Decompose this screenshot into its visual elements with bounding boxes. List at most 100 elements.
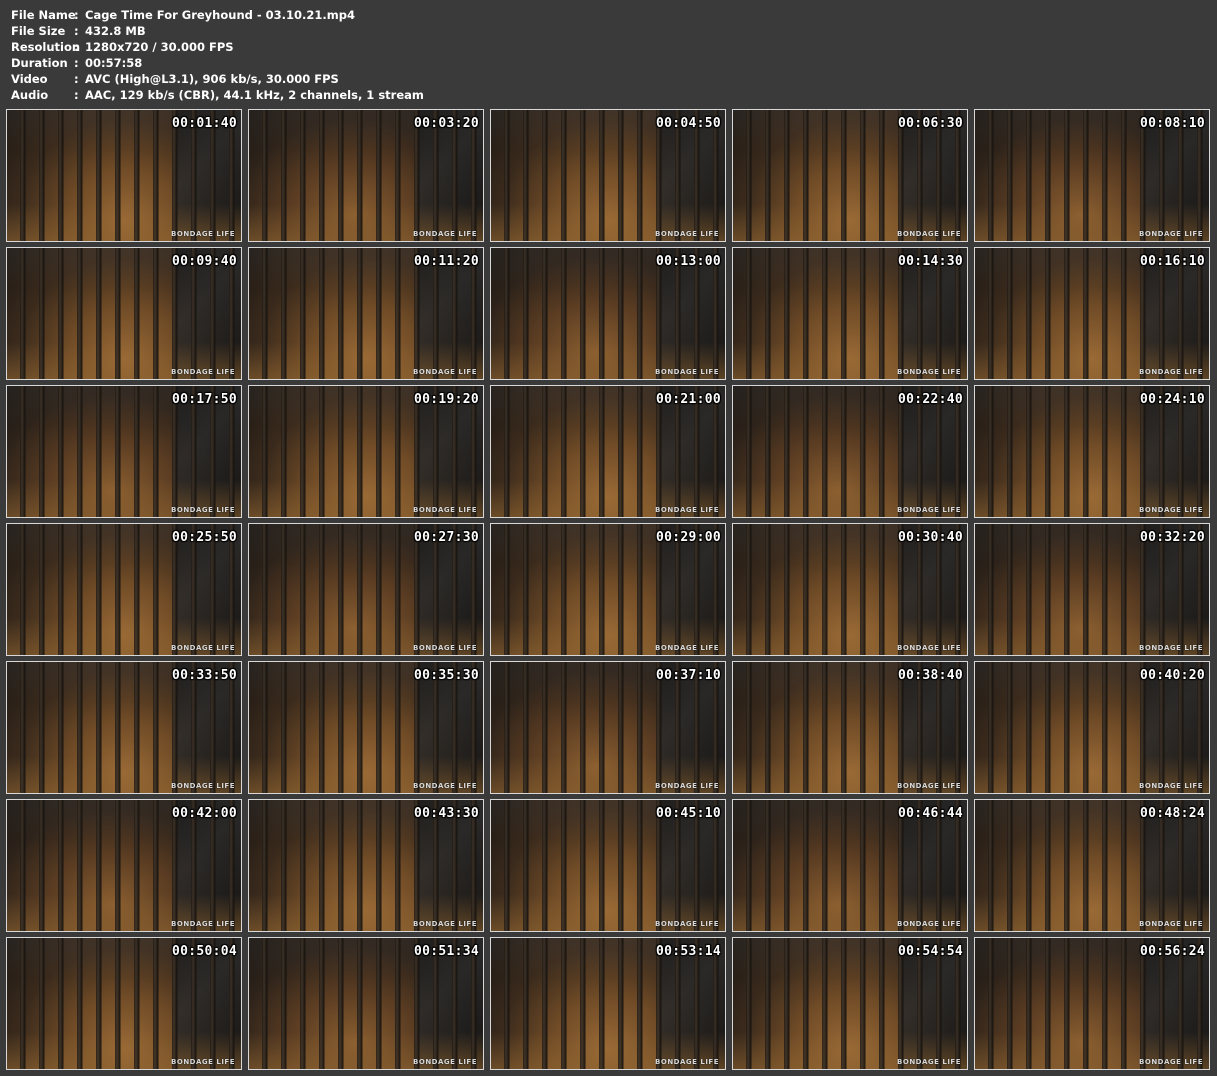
video-thumbnail: 00:19:20 BONDAGE LIFE	[248, 385, 484, 518]
thumbnail-timestamp: 00:21:00	[655, 392, 721, 407]
info-row-video: Video : AVC (High@L3.1), 906 kb/s, 30.00…	[11, 71, 424, 87]
video-thumbnail: 00:37:10 BONDAGE LIFE	[490, 661, 726, 794]
thumbnail-timestamp: 00:04:50	[655, 116, 721, 131]
video-thumbnail: 00:53:14 BONDAGE LIFE	[490, 937, 726, 1070]
thumbnail-timestamp: 00:37:10	[655, 668, 721, 683]
thumbnail-timestamp: 00:42:00	[171, 806, 237, 821]
info-separator: :	[74, 72, 79, 86]
thumbnail-timestamp: 00:54:54	[897, 944, 963, 959]
video-thumbnail: 00:01:40 BONDAGE LIFE	[6, 109, 242, 242]
watermark-logo: BONDAGE LIFE	[897, 1058, 961, 1066]
thumbnail-timestamp: 00:03:20	[413, 116, 479, 131]
video-thumbnail: 00:48:24 BONDAGE LIFE	[974, 799, 1210, 932]
watermark-logo: BONDAGE LIFE	[897, 230, 961, 238]
watermark-logo: BONDAGE LIFE	[655, 644, 719, 652]
watermark-logo: BONDAGE LIFE	[171, 506, 235, 514]
info-key: Duration	[11, 56, 68, 70]
video-thumbnail: 00:45:10 BONDAGE LIFE	[490, 799, 726, 932]
thumbnail-timestamp: 00:16:10	[1139, 254, 1205, 269]
thumbnail-timestamp: 00:38:40	[897, 668, 963, 683]
watermark-logo: BONDAGE LIFE	[1139, 644, 1203, 652]
watermark-logo: BONDAGE LIFE	[1139, 506, 1203, 514]
info-key: File Name	[11, 8, 76, 22]
video-thumbnail: 00:25:50 BONDAGE LIFE	[6, 523, 242, 656]
thumbnail-grid: 00:01:40 BONDAGE LIFE 00:03:20 BONDAGE LIFE…	[6, 109, 1213, 1070]
info-value: Cage Time For Greyhound - 03.10.21.mp4	[85, 8, 355, 22]
watermark-logo: BONDAGE LIFE	[413, 368, 477, 376]
thumbnail-timestamp: 00:11:20	[413, 254, 479, 269]
watermark-logo: BONDAGE LIFE	[171, 782, 235, 790]
watermark-logo: BONDAGE LIFE	[1139, 782, 1203, 790]
video-thumbnail: 00:32:20 BONDAGE LIFE	[974, 523, 1210, 656]
watermark-logo: BONDAGE LIFE	[171, 920, 235, 928]
info-value: AVC (High@L3.1), 906 kb/s, 30.000 FPS	[85, 72, 339, 86]
thumbnail-timestamp: 00:45:10	[655, 806, 721, 821]
video-thumbnail: 00:11:20 BONDAGE LIFE	[248, 247, 484, 380]
thumbnail-timestamp: 00:24:10	[1139, 392, 1205, 407]
thumbnail-timestamp: 00:09:40	[171, 254, 237, 269]
thumbnail-timestamp: 00:33:50	[171, 668, 237, 683]
video-thumbnail: 00:14:30 BONDAGE LIFE	[732, 247, 968, 380]
info-separator: :	[74, 56, 79, 70]
video-thumbnail: 00:24:10 BONDAGE LIFE	[974, 385, 1210, 518]
info-row-duration: Duration : 00:57:58	[11, 55, 424, 71]
watermark-logo: BONDAGE LIFE	[171, 644, 235, 652]
thumbnail-timestamp: 00:22:40	[897, 392, 963, 407]
video-thumbnail: 00:08:10 BONDAGE LIFE	[974, 109, 1210, 242]
info-separator: :	[74, 24, 79, 38]
video-thumbnail: 00:40:20 BONDAGE LIFE	[974, 661, 1210, 794]
watermark-logo: BONDAGE LIFE	[171, 368, 235, 376]
info-separator: :	[74, 8, 79, 22]
video-thumbnail: 00:54:54 BONDAGE LIFE	[732, 937, 968, 1070]
thumbnail-timestamp: 00:43:30	[413, 806, 479, 821]
thumbnail-timestamp: 00:13:00	[655, 254, 721, 269]
thumbnail-timestamp: 00:35:30	[413, 668, 479, 683]
thumbnail-timestamp: 00:30:40	[897, 530, 963, 545]
thumbnail-timestamp: 00:50:04	[171, 944, 237, 959]
video-thumbnail: 00:56:24 BONDAGE LIFE	[974, 937, 1210, 1070]
thumbnail-timestamp: 00:25:50	[171, 530, 237, 545]
video-thumbnail: 00:17:50 BONDAGE LIFE	[6, 385, 242, 518]
thumbnail-timestamp: 00:27:30	[413, 530, 479, 545]
watermark-logo: BONDAGE LIFE	[655, 1058, 719, 1066]
video-thumbnail: 00:09:40 BONDAGE LIFE	[6, 247, 242, 380]
thumbnail-timestamp: 00:01:40	[171, 116, 237, 131]
video-thumbnail: 00:22:40 BONDAGE LIFE	[732, 385, 968, 518]
info-key: Video	[11, 72, 48, 86]
info-row-file-size: File Size : 432.8 MB	[11, 23, 424, 39]
watermark-logo: BONDAGE LIFE	[171, 230, 235, 238]
video-thumbnail: 00:42:00 BONDAGE LIFE	[6, 799, 242, 932]
thumbnail-timestamp: 00:17:50	[171, 392, 237, 407]
thumbnail-timestamp: 00:29:00	[655, 530, 721, 545]
thumbnail-timestamp: 00:14:30	[897, 254, 963, 269]
thumbnail-timestamp: 00:06:30	[897, 116, 963, 131]
info-separator: :	[74, 40, 79, 54]
thumbnail-timestamp: 00:56:24	[1139, 944, 1205, 959]
thumbnail-timestamp: 00:19:20	[413, 392, 479, 407]
watermark-logo: BONDAGE LIFE	[655, 782, 719, 790]
file-info-panel: File Name : Cage Time For Greyhound - 03…	[11, 7, 424, 103]
thumbnail-timestamp: 00:32:20	[1139, 530, 1205, 545]
watermark-logo: BONDAGE LIFE	[1139, 1058, 1203, 1066]
video-thumbnail: 00:03:20 BONDAGE LIFE	[248, 109, 484, 242]
watermark-logo: BONDAGE LIFE	[413, 1058, 477, 1066]
watermark-logo: BONDAGE LIFE	[655, 920, 719, 928]
info-separator: :	[74, 88, 79, 102]
thumbnail-timestamp: 00:51:34	[413, 944, 479, 959]
video-thumbnail: 00:51:34 BONDAGE LIFE	[248, 937, 484, 1070]
video-thumbnail: 00:06:30 BONDAGE LIFE	[732, 109, 968, 242]
info-row-resolution: Resolution : 1280x720 / 30.000 FPS	[11, 39, 424, 55]
video-thumbnail: 00:27:30 BONDAGE LIFE	[248, 523, 484, 656]
info-row-file-name: File Name : Cage Time For Greyhound - 03…	[11, 7, 424, 23]
info-row-audio: Audio : AAC, 129 kb/s (CBR), 44.1 kHz, 2…	[11, 87, 424, 103]
watermark-logo: BONDAGE LIFE	[171, 1058, 235, 1066]
thumbnail-timestamp: 00:08:10	[1139, 116, 1205, 131]
video-thumbnail: 00:13:00 BONDAGE LIFE	[490, 247, 726, 380]
info-value: 432.8 MB	[85, 24, 146, 38]
watermark-logo: BONDAGE LIFE	[897, 506, 961, 514]
video-thumbnail: 00:38:40 BONDAGE LIFE	[732, 661, 968, 794]
video-thumbnail: 00:33:50 BONDAGE LIFE	[6, 661, 242, 794]
watermark-logo: BONDAGE LIFE	[413, 506, 477, 514]
info-key: File Size	[11, 24, 66, 38]
watermark-logo: BONDAGE LIFE	[655, 368, 719, 376]
